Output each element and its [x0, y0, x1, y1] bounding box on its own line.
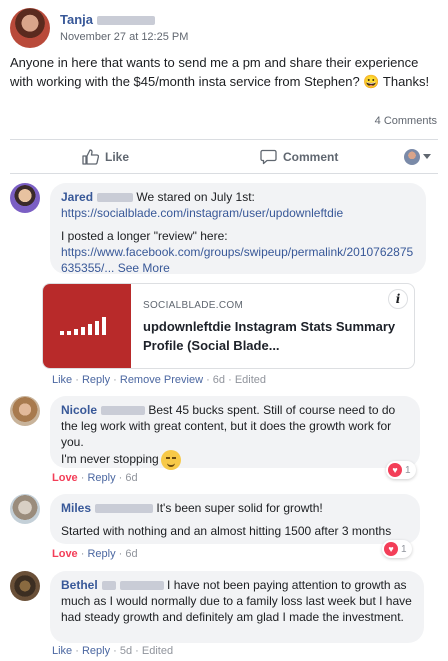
- love-reaction-icon: [384, 542, 398, 556]
- commenter-avatar[interactable]: [10, 183, 40, 213]
- redacted-surname: [97, 193, 134, 203]
- comment-time[interactable]: 5d: [120, 645, 132, 657]
- redacted-surname: [101, 406, 146, 416]
- edited-label[interactable]: Edited: [142, 645, 173, 657]
- comment-meta: Love · Reply · 6d: [52, 472, 138, 484]
- commenter-name[interactable]: Jared: [61, 190, 93, 204]
- commenter-name[interactable]: Nicole: [61, 403, 97, 417]
- remove-preview-link[interactable]: Remove Preview: [120, 374, 203, 386]
- socialblade-thumbnail: [43, 284, 131, 368]
- commenter-avatar[interactable]: [10, 571, 40, 601]
- card-title: updownleftdie Instagram Stats Summary Pr…: [143, 319, 396, 353]
- edited-label[interactable]: Edited: [235, 374, 266, 386]
- reaction-count: 1: [405, 464, 411, 476]
- facebook-permalink[interactable]: https://www.facebook.com/groups/swipeup/…: [61, 245, 413, 275]
- comment-text: We stared on July 1st:: [136, 190, 255, 204]
- comment-icon: [260, 149, 277, 165]
- commenter-name[interactable]: Bethel: [61, 578, 98, 592]
- audience-selector[interactable]: [404, 148, 431, 166]
- comment-time[interactable]: 6d: [213, 374, 225, 386]
- redacted-surname: [119, 581, 164, 591]
- comment-text-2: I'm never stopping: [61, 452, 159, 467]
- comments-count-link[interactable]: 4 Comments: [375, 115, 437, 127]
- reaction-badge[interactable]: 1: [382, 540, 412, 558]
- thumbs-up-icon: [82, 149, 99, 165]
- reply-link[interactable]: Reply: [82, 645, 110, 657]
- redacted-surname: [97, 16, 155, 26]
- like-link[interactable]: Like: [52, 645, 72, 657]
- reply-link[interactable]: Reply: [87, 472, 115, 484]
- reply-link[interactable]: Reply: [87, 548, 115, 560]
- comment-button[interactable]: Comment: [260, 148, 338, 166]
- comment-time[interactable]: 6d: [125, 548, 137, 560]
- bar-chart-logo-icon: [60, 317, 106, 335]
- redacted-surname: [101, 581, 116, 591]
- reaction-badge[interactable]: 1: [386, 461, 416, 479]
- comment-bubble: Jared We stared on July 1st: https://soc…: [50, 183, 426, 275]
- love-link[interactable]: Love: [52, 472, 78, 484]
- divider: [10, 173, 438, 174]
- comment-meta: Love · Reply · 6d: [52, 548, 138, 560]
- profile-avatar-icon: [404, 149, 420, 165]
- reaction-count: 1: [401, 543, 407, 555]
- comment-bubble: Nicole Best 45 bucks spent. Still of cou…: [50, 396, 420, 470]
- commenter-name[interactable]: Miles: [61, 501, 91, 515]
- love-link[interactable]: Love: [52, 548, 78, 560]
- post-header: Tanja November 27 at 12:25 PM: [10, 8, 440, 48]
- chevron-down-icon: [423, 154, 431, 159]
- author-name[interactable]: Tanja: [60, 12, 93, 27]
- comment-text: It's been super solid for growth!: [156, 501, 323, 515]
- winking-face-icon: [160, 450, 181, 470]
- post-body: Anyone in here that wants to send me a p…: [10, 55, 430, 89]
- reply-link[interactable]: Reply: [82, 374, 110, 386]
- action-bar: Like Comment: [10, 140, 438, 174]
- like-label: Like: [105, 150, 130, 164]
- love-reaction-icon: [388, 463, 402, 477]
- info-icon[interactable]: i: [388, 289, 408, 309]
- commenter-avatar[interactable]: [10, 494, 40, 524]
- comment-time[interactable]: 6d: [125, 472, 137, 484]
- like-button[interactable]: Like: [82, 148, 129, 166]
- post-timestamp[interactable]: November 27 at 12:25 PM: [60, 31, 188, 43]
- comment-label: Comment: [283, 150, 339, 164]
- card-domain: SOCIALBLADE.COM: [143, 300, 244, 311]
- socialblade-link[interactable]: https://socialblade.com/instagram/user/u…: [61, 205, 415, 221]
- commenter-avatar[interactable]: [10, 396, 40, 426]
- comment-text-2: I posted a longer "review" here:: [61, 229, 228, 243]
- comment-text-2: Started with nothing and an almost hitti…: [61, 524, 392, 538]
- author-avatar[interactable]: [10, 8, 50, 48]
- link-preview-card[interactable]: SOCIALBLADE.COM updownleftdie Instagram …: [42, 283, 415, 369]
- redacted-surname: [95, 504, 154, 514]
- comment-meta: Like · Reply · Remove Preview · 6d · Edi…: [52, 374, 267, 386]
- comment-bubble: Miles It's been super solid for growth! …: [50, 494, 420, 544]
- like-link[interactable]: Like: [52, 374, 72, 386]
- comment-bubble: Bethel I have not been paying attention …: [50, 571, 424, 643]
- comment-meta: Like · Reply · 5d · Edited: [52, 645, 174, 657]
- see-more-link[interactable]: See More: [118, 261, 170, 275]
